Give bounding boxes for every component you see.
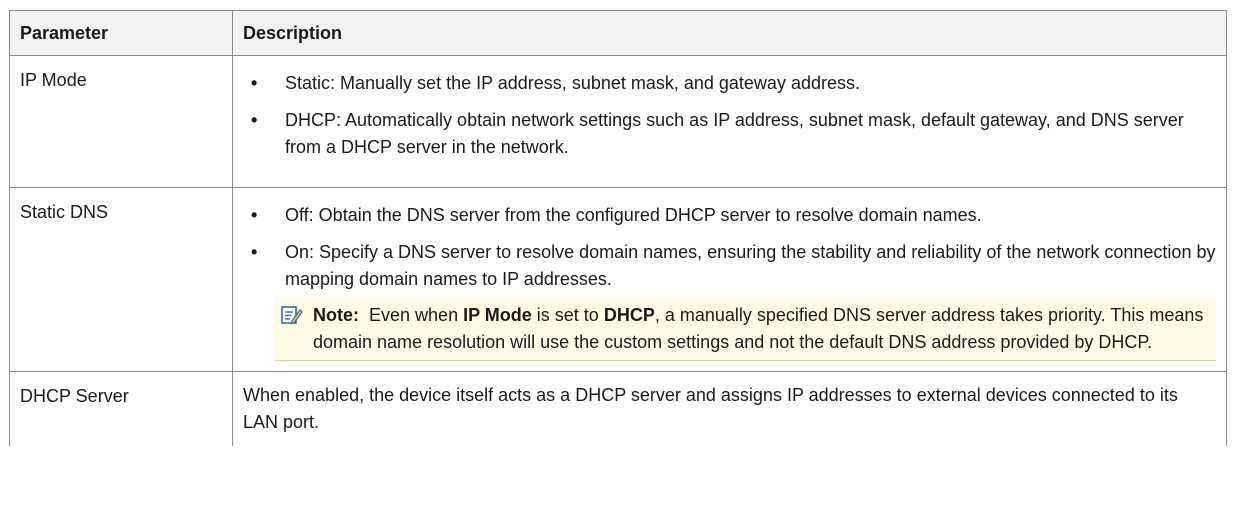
bullet-text: Off: Obtain the DNS server from the conf… [285, 205, 982, 225]
bullet-marker: • [251, 73, 258, 93]
list-item: • Static: Manually set the IP address, s… [243, 70, 1216, 97]
note-bold-dhcp: DHCP [603, 305, 655, 325]
bullet-text: Static: Manually set the IP address, sub… [285, 73, 860, 93]
table-row-ip-mode: IP Mode • Static: Manually set the IP ad… [9, 55, 1227, 188]
table-header-row: Parameter Description [9, 10, 1227, 56]
bullet-list: • Off: Obtain the DNS server from the co… [243, 202, 1216, 293]
bullet-marker: • [251, 110, 258, 130]
table-row-static-dns: Static DNS • Off: Obtain the DNS server … [9, 187, 1227, 372]
parameter-table: Parameter Description IP Mode • Static: … [9, 10, 1227, 446]
table-row-dhcp-server: DHCP Server When enabled, the device its… [9, 371, 1227, 446]
note-text: Note: Even when IP Mode is set to DHCP, … [283, 302, 1208, 356]
param-static-dns: Static DNS [9, 187, 233, 372]
note-pencil-icon [281, 305, 303, 325]
note-part1: Even when [369, 305, 459, 325]
param-dhcp-server: DHCP Server [9, 371, 233, 446]
list-item: • On: Specify a DNS server to resolve do… [243, 239, 1216, 293]
bullet-list: • Static: Manually set the IP address, s… [243, 70, 1216, 161]
header-parameter: Parameter [9, 10, 233, 56]
desc-dhcp-server: When enabled, the device itself acts as … [232, 371, 1227, 446]
desc-ip-mode: • Static: Manually set the IP address, s… [232, 55, 1227, 188]
param-ip-mode: IP Mode [9, 55, 233, 188]
note-bold-ip-mode: IP Mode [463, 305, 532, 325]
note-box: Note: Even when IP Mode is set to DHCP, … [275, 297, 1216, 361]
header-description: Description [232, 10, 1227, 56]
list-item: • Off: Obtain the DNS server from the co… [243, 202, 1216, 229]
bullet-text: DHCP: Automatically obtain network setti… [285, 110, 1184, 157]
dhcp-server-description: When enabled, the device itself acts as … [243, 385, 1178, 432]
bullet-marker: • [251, 205, 258, 225]
list-item: • DHCP: Automatically obtain network set… [243, 107, 1216, 161]
note-label: Note: [313, 305, 359, 325]
bullet-marker: • [251, 242, 258, 262]
desc-static-dns: • Off: Obtain the DNS server from the co… [232, 187, 1227, 372]
note-part2: is set to [536, 305, 599, 325]
bullet-text: On: Specify a DNS server to resolve doma… [285, 242, 1216, 289]
